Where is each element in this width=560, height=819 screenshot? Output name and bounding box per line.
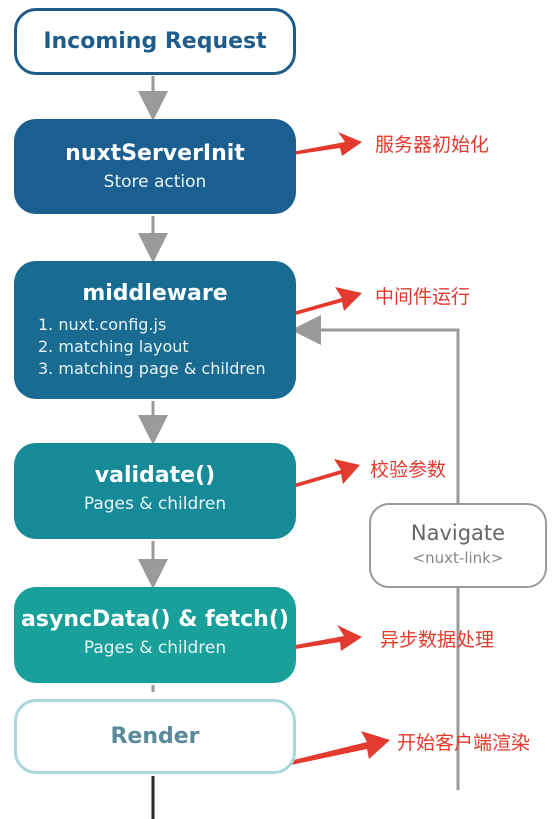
middleware-node: middleware 1. nuxt.config.js 2. matching… xyxy=(14,261,296,399)
nuxt-server-init-subtitle: Store action xyxy=(103,172,207,192)
async-data-node: asyncData() & fetch() Pages & children xyxy=(14,587,296,683)
annotation-validate: 校验参数 xyxy=(370,459,447,481)
nuxt-server-init-node: nuxtServerInit Store action xyxy=(14,119,296,214)
render-title: Render xyxy=(110,724,200,749)
nuxt-server-init-title: nuxtServerInit xyxy=(65,141,245,166)
annotation-init: 服务器初始化 xyxy=(375,134,490,156)
validate-title: validate() xyxy=(94,463,216,488)
incoming-request-node: Incoming Request xyxy=(14,8,296,75)
async-data-title: asyncData() & fetch() xyxy=(21,607,289,632)
middleware-step: 1. nuxt.config.js xyxy=(38,315,167,334)
annotation-middleware: 中间件运行 xyxy=(375,286,471,308)
navigate-title: Navigate xyxy=(410,521,506,545)
middleware-steps: 1. nuxt.config.js 2. matching layout 3. … xyxy=(14,314,296,380)
middleware-step: 2. matching layout xyxy=(38,337,189,356)
annotation-async: 异步数据处理 xyxy=(380,629,495,651)
middleware-title: middleware xyxy=(82,281,228,306)
navigate-subtitle: <nuxt-link> xyxy=(412,549,504,567)
incoming-request-title: Incoming Request xyxy=(43,29,267,54)
validate-subtitle: Pages & children xyxy=(83,494,227,514)
annotation-render: 开始客户端渲染 xyxy=(397,732,531,754)
render-node: Render xyxy=(14,699,296,774)
async-data-subtitle: Pages & children xyxy=(83,638,227,658)
middleware-step: 3. matching page & children xyxy=(38,359,266,378)
validate-node: validate() Pages & children xyxy=(14,443,296,539)
navigate-node: Navigate <nuxt-link> xyxy=(369,503,547,588)
